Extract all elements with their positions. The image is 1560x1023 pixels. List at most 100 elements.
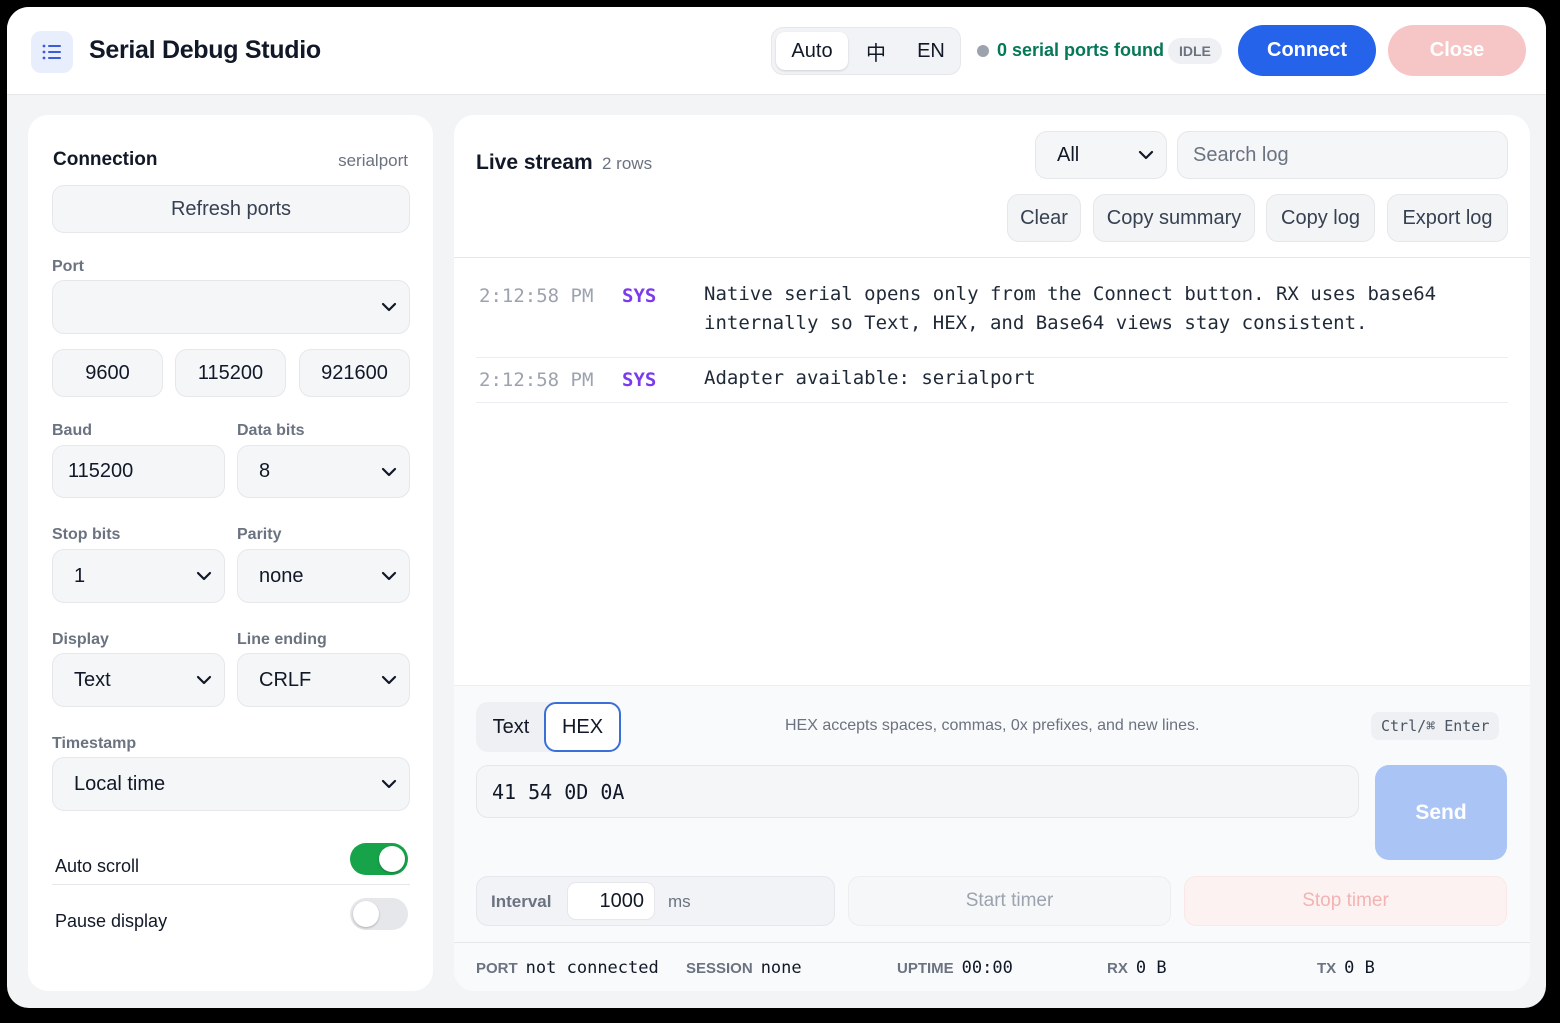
port-label: Port [52,258,84,275]
baud-preset-9600-button[interactable]: 9600 [52,349,163,397]
footer-rx-value: 0 B [1135,958,1167,978]
baud-preset-115200-button[interactable]: 115200 [175,349,286,397]
footer-rx-key: RX [1107,960,1128,977]
send-button[interactable]: Send [1375,765,1507,860]
top-bar: Serial Debug Studio Auto 中 EN 0 serial p… [7,7,1546,95]
log-message-line: internally so Text, HEX, and Base64 view… [704,312,1368,334]
footer-uptime: UPTIME 00:00 [897,958,1013,978]
stop-timer-button[interactable]: Stop timer [1184,876,1507,926]
footer-session-value: none [760,958,802,978]
data-bits-select[interactable]: 8 [237,445,410,498]
data-bits-label: Data bits [237,422,305,439]
mode-hex-tab[interactable]: HEX [544,702,621,752]
chevron-down-icon [196,571,212,581]
pause-display-toggle[interactable] [350,898,408,930]
log-source-tag: SYS [622,369,657,391]
search-log-input[interactable]: Search log [1177,131,1508,179]
timestamp-label: Timestamp [52,735,137,752]
line-ending-value: CRLF [259,668,312,691]
footer-port: PORT not connected [476,958,659,978]
mode-text-tab[interactable]: Text [476,702,546,752]
interval-unit: ms [668,892,691,911]
toggle-knob [379,846,405,872]
app-title: Serial Debug Studio [89,36,321,64]
copy-summary-button[interactable]: Copy summary [1093,194,1255,242]
chevron-down-icon [381,779,397,789]
footer-uptime-key: UPTIME [897,960,954,977]
status-dot-icon [977,45,989,57]
baud-input[interactable]: 115200 [52,445,225,498]
filter-value: All [1057,143,1080,166]
parity-value: none [259,564,304,587]
log-row: 2:12:58 PM SYS Native serial opens only … [476,283,1508,358]
display-label: Display [52,631,109,648]
log-message-line: Native serial opens only from the Connec… [704,283,1437,305]
shortcut-hint: Ctrl/⌘ Enter [1371,712,1500,740]
stream-title: Live stream [476,151,593,174]
copy-log-button[interactable]: Copy log [1266,194,1375,242]
chevron-down-icon [381,467,397,476]
filter-select[interactable]: All [1035,131,1167,179]
divider [52,884,410,885]
close-button[interactable]: Close [1388,25,1526,76]
divider [454,257,1530,258]
chevron-down-icon [1138,150,1154,160]
baud-preset-921600-button[interactable]: 921600 [299,349,410,397]
parity-select[interactable]: none [237,549,410,603]
footer-uptime-value: 00:00 [961,958,1013,978]
stream-panel: Live stream 2 rows All Search log Clear … [454,115,1530,991]
log-source-tag: SYS [622,285,657,307]
adapter-label: serialport [338,151,408,170]
timestamp-value: Local time [74,772,166,795]
list-icon [42,44,61,60]
clear-button[interactable]: Clear [1007,194,1081,242]
parity-label: Parity [237,526,282,543]
line-ending-select[interactable]: CRLF [237,653,410,707]
chevron-down-icon [381,571,397,581]
auto-scroll-label: Auto scroll [55,856,140,876]
refresh-ports-button[interactable]: Refresh ports [52,185,410,233]
log-message: Native serial opens only from the Connec… [704,280,1484,338]
data-bits-value: 8 [259,460,271,482]
lang-zh-button[interactable]: 中 [854,32,898,70]
stop-bits-value: 1 [74,564,86,587]
menu-button[interactable] [31,31,73,73]
hex-hint: HEX accepts spaces, commas, 0x prefixes,… [785,717,1200,734]
log-time: 2:12:58 PM [479,369,594,391]
chevron-down-icon [381,302,397,312]
export-log-button[interactable]: Export log [1387,194,1508,242]
log-message: Adapter available: serialport [704,367,1036,389]
timestamp-select[interactable]: Local time [52,757,410,811]
send-input[interactable]: 41 54 0D 0A [476,765,1359,818]
connection-panel: Connection serialport Refresh ports Port… [28,115,433,991]
log-time: 2:12:58 PM [479,285,594,307]
stop-bits-select[interactable]: 1 [52,549,225,603]
lang-en-button[interactable]: EN [906,32,956,70]
log-row: 2:12:58 PM SYS Adapter available: serial… [476,359,1508,403]
port-select[interactable] [52,280,410,334]
lang-auto-button[interactable]: Auto [776,32,848,70]
row-count: 2 rows [602,154,653,173]
interval-input[interactable]: 1000 [567,882,655,920]
footer-tx-key: TX [1317,960,1337,977]
app-window: Serial Debug Studio Auto 中 EN 0 serial p… [7,7,1546,1008]
status-footer: PORT not connected SESSION none UPTIME 0… [454,942,1530,991]
connection-title: Connection [53,149,158,170]
connect-button[interactable]: Connect [1238,25,1376,76]
footer-port-value: not connected [525,958,659,978]
chevron-down-icon [381,675,397,685]
stop-bits-label: Stop bits [52,526,121,543]
footer-rx: RX 0 B [1107,958,1167,978]
display-select[interactable]: Text [52,653,225,707]
language-switcher: Auto 中 EN [771,27,961,75]
footer-session: SESSION none [686,958,802,978]
footer-tx-value: 0 B [1344,958,1375,978]
footer-port-key: PORT [476,960,518,977]
start-timer-button[interactable]: Start timer [848,876,1171,926]
state-badge: IDLE [1168,38,1222,64]
footer-session-key: SESSION [686,960,753,977]
pause-display-label: Pause display [55,911,168,931]
toggle-knob [353,901,379,927]
footer-tx: TX 0 B [1317,958,1375,978]
auto-scroll-toggle[interactable] [350,843,408,875]
